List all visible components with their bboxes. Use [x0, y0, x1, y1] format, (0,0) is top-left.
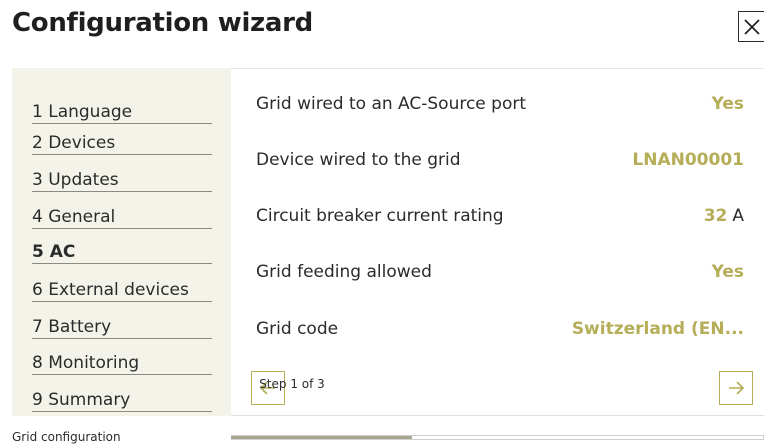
- wizard-steps-sidebar: 1 Language 2 Devices 3 Updates 4 General…: [12, 68, 231, 416]
- sidebar-item-monitoring[interactable]: 8 Monitoring: [32, 338, 212, 375]
- setting-value: Yes: [711, 94, 744, 114]
- sidebar-item-label: 3 Updates: [32, 170, 119, 190]
- arrow-right-icon: [729, 381, 745, 395]
- page-title: Configuration wizard: [12, 8, 313, 38]
- sidebar-item-label: 6 External devices: [32, 280, 189, 300]
- setting-row: Grid wired to an AC-Source port Yes: [256, 88, 744, 120]
- setting-row: Device wired to the grid LNAN00001: [256, 144, 744, 176]
- step-indicator: Step 1 of 3: [259, 377, 325, 391]
- sidebar-item-general[interactable]: 4 General: [32, 192, 212, 229]
- setting-label: Grid code: [256, 319, 339, 339]
- setting-label: Grid feeding allowed: [256, 262, 432, 282]
- ac-settings-panel: Grid wired to an AC-Source port Yes Devi…: [231, 68, 764, 416]
- setting-value: LNAN00001: [632, 150, 744, 170]
- setting-row: Grid feeding allowed Yes: [256, 256, 744, 288]
- sidebar-item-label: 8 Monitoring: [32, 353, 140, 373]
- sidebar-item-label: 2 Devices: [32, 133, 116, 153]
- sidebar-item-label: 7 Battery: [32, 317, 112, 337]
- progress-bar-fill: [231, 436, 412, 439]
- sidebar-item-label: 9 Summary: [32, 390, 131, 410]
- setting-label: Device wired to the grid: [256, 150, 461, 170]
- setting-row: Grid code Switzerland (EN...: [256, 313, 744, 345]
- sidebar-item-devices[interactable]: 2 Devices: [32, 118, 212, 155]
- sidebar-item-label: 5 AC: [32, 242, 76, 262]
- setting-label: Circuit breaker current rating: [256, 206, 504, 226]
- sidebar-item-updates[interactable]: 3 Updates: [32, 155, 212, 192]
- next-step-button[interactable]: [719, 371, 753, 405]
- setting-unit: A: [732, 206, 744, 226]
- close-button[interactable]: [738, 11, 764, 42]
- sidebar-item-external-devices[interactable]: 6 External devices: [32, 265, 212, 302]
- setting-value-with-unit: 32 A: [704, 206, 744, 226]
- sidebar-item-label: 4 General: [32, 207, 116, 227]
- setting-value: 32: [703, 206, 728, 226]
- sidebar-item-summary[interactable]: 9 Summary: [32, 375, 212, 412]
- footer-divider: [231, 415, 764, 416]
- setting-value: Switzerland (EN...: [571, 319, 744, 339]
- sidebar-item-battery[interactable]: 7 Battery: [32, 302, 212, 339]
- sidebar-item-ac[interactable]: 5 AC: [32, 227, 212, 264]
- close-icon: [744, 18, 760, 35]
- setting-label: Grid wired to an AC-Source port: [256, 94, 527, 114]
- progress-bar: [231, 435, 764, 440]
- footer-section-label: Grid configuration: [12, 430, 121, 444]
- setting-value: Yes: [711, 262, 744, 282]
- setting-row: Circuit breaker current rating 32 A: [256, 200, 744, 232]
